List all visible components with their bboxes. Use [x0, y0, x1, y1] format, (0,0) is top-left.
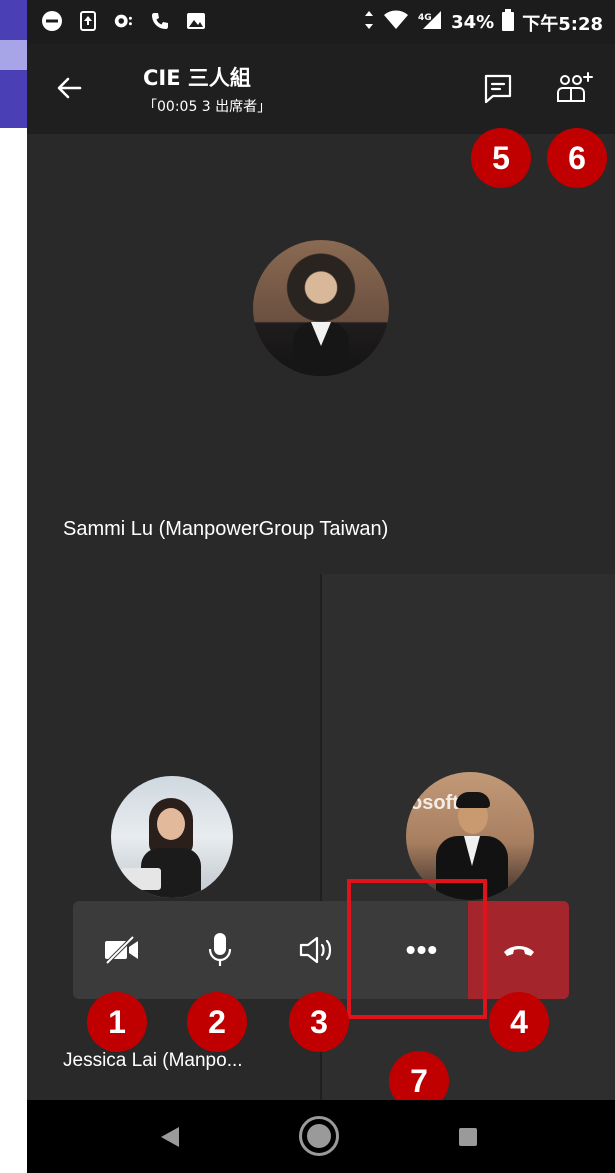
participant-tile-third[interactable]: osoft [322, 574, 615, 1100]
image-icon [185, 10, 207, 32]
camera-off-icon [105, 935, 138, 965]
participants-button[interactable] [555, 70, 593, 108]
annotation-badge-3: 3 [289, 992, 349, 1052]
svg-text:4G: 4G [418, 13, 432, 23]
video-toggle-button[interactable] [73, 901, 171, 999]
status-bar: 4G 34% 下午5:28 [27, 0, 615, 44]
annotation-badge-1: 1 [87, 992, 147, 1052]
background-logo-text: osoft [410, 792, 459, 814]
nav-home-icon[interactable] [299, 1116, 339, 1156]
wifi-icon [383, 9, 409, 36]
avatar-jessica [111, 776, 233, 898]
participant-name: Sammi Lu (ManpowerGroup Taiwan) [63, 518, 389, 540]
avatar-sammi [253, 240, 389, 376]
battery-percent: 34% [451, 12, 495, 33]
meeting-title: CIE 三人組 [143, 66, 251, 90]
chat-icon [484, 74, 512, 104]
battery-icon [502, 9, 515, 36]
annotation-badge-4: 4 [489, 992, 549, 1052]
call-header: CIE 三人組 「00:05 3 出席者」 [27, 44, 615, 134]
arrow-left-icon [57, 77, 82, 99]
meeting-subtitle: 「00:05 3 出席者」 [143, 99, 272, 115]
mic-toggle-button[interactable] [171, 901, 269, 999]
upload-icon [77, 10, 99, 32]
vibrate-icon [363, 9, 375, 36]
status-icons-left [41, 10, 207, 32]
annotation-badge-5: 5 [471, 128, 531, 188]
participant-tile-sammi[interactable]: Sammi Lu (ManpowerGroup Taiwan) [27, 134, 615, 572]
navigation-bar [27, 1100, 615, 1173]
participant-tile-jessica[interactable]: Jessica Lai (Manpo... [27, 574, 320, 1100]
participant-name: Jessica Lai (Manpo... [63, 1050, 243, 1071]
call-controls: ••• [73, 901, 569, 999]
dnd-icon [41, 10, 63, 32]
back-button[interactable] [51, 70, 87, 106]
annotation-badge-6: 6 [547, 128, 607, 188]
speaker-icon [299, 936, 332, 964]
voicemail-icon [113, 10, 135, 32]
phone-screen: 4G 34% 下午5:28 CIE 三人組 「00:05 3 出席者」 Samm… [27, 0, 615, 1173]
add-people-icon [557, 72, 593, 102]
nav-back-icon[interactable] [161, 1127, 179, 1147]
signal-icon: 4G [417, 9, 443, 36]
clock: 下午5:28 [522, 13, 603, 35]
phone-icon [149, 10, 171, 32]
more-options-highlight [347, 879, 487, 1019]
chat-button[interactable] [479, 70, 517, 108]
status-icons-right: 4G 34% 下午5:28 [363, 9, 603, 36]
nav-recents-icon[interactable] [459, 1128, 477, 1146]
hang-up-icon [503, 946, 534, 956]
annotation-badge-2: 2 [187, 992, 247, 1052]
microphone-icon [208, 933, 232, 966]
